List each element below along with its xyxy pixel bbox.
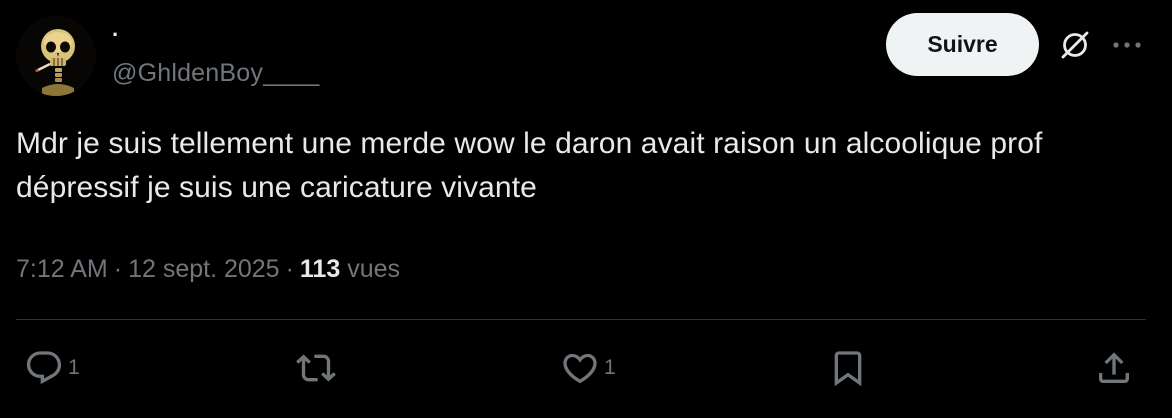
bookmark-icon bbox=[834, 351, 862, 387]
tweet-date[interactable]: 12 sept. 2025 bbox=[128, 255, 280, 283]
views-label: vues bbox=[347, 255, 401, 283]
tweet-meta: 7:12 AM · 12 sept. 2025 · 113 vues bbox=[16, 252, 400, 286]
meta-separator: · bbox=[285, 255, 294, 283]
tweet-card: · @GhldenBoy____ Suivre Mdr je suis tell… bbox=[0, 0, 1172, 418]
retweet-button[interactable] bbox=[296, 348, 340, 388]
follow-button[interactable]: Suivre bbox=[886, 13, 1039, 76]
divider bbox=[16, 319, 1146, 320]
display-name[interactable]: · bbox=[112, 22, 119, 48]
tweet-time[interactable]: 7:12 AM bbox=[16, 255, 108, 283]
like-count: 1 bbox=[604, 356, 616, 379]
reply-icon bbox=[26, 351, 62, 385]
reply-count: 1 bbox=[68, 356, 80, 379]
more-dots-icon[interactable] bbox=[1110, 36, 1144, 54]
skull-avatar-icon bbox=[16, 16, 96, 96]
user-handle[interactable]: @GhldenBoy____ bbox=[112, 58, 320, 88]
like-button[interactable]: 1 bbox=[560, 348, 616, 388]
avatar[interactable] bbox=[16, 16, 96, 96]
bookmark-button[interactable] bbox=[828, 348, 868, 388]
share-button[interactable] bbox=[1094, 348, 1134, 388]
reply-button[interactable]: 1 bbox=[24, 348, 80, 388]
heart-icon bbox=[563, 353, 597, 384]
meta-separator: · bbox=[113, 255, 123, 283]
views-count: 113 bbox=[299, 255, 341, 283]
retweet-icon bbox=[296, 354, 336, 382]
tweet-text: Mdr je suis tellement une merde wow le d… bbox=[16, 127, 1043, 204]
grok-icon[interactable] bbox=[1058, 28, 1092, 62]
share-icon bbox=[1099, 352, 1129, 383]
